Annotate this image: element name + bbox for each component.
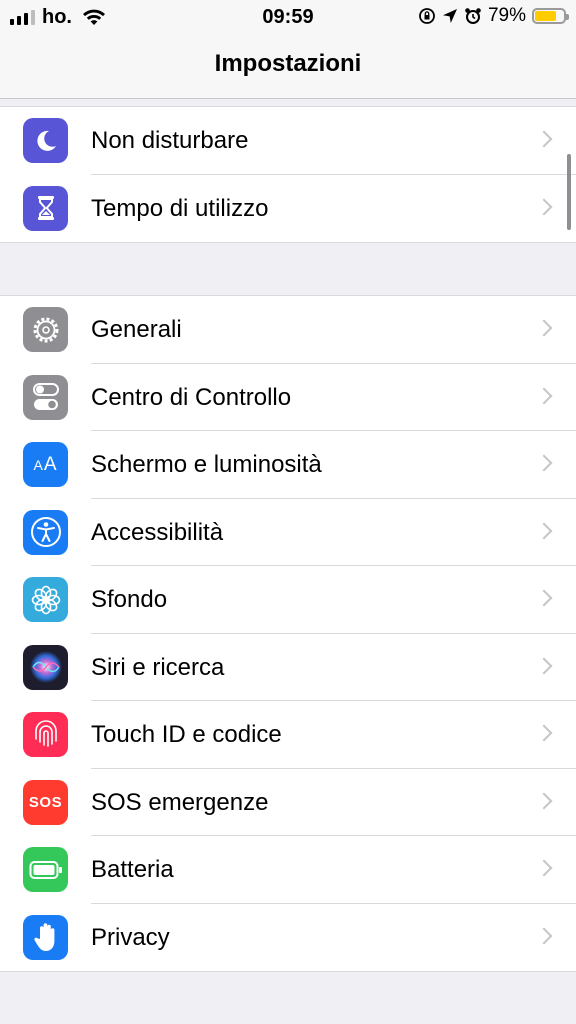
settings-row-sos-emergenze[interactable]: SOS SOS emergenze [0,769,576,836]
orientation-lock-icon [419,8,435,24]
settings-row-label: Accessibilità [91,518,224,546]
chevron-right-icon [535,927,553,944]
settings-row-non-disturbare[interactable]: Non disturbare [0,107,576,175]
alarm-icon [465,8,481,24]
sos-icon-text: SOS [28,793,63,811]
settings-row-label: Generali [91,316,182,343]
settings-row-batteria[interactable]: Batteria [0,836,576,904]
siri-icon [23,644,68,690]
hand-icon [23,914,68,960]
settings-row-label: Batteria [91,856,174,883]
battery-icon [23,847,68,892]
status-right: 79% [418,5,569,27]
settings-row-label: Privacy [91,923,170,951]
settings-row-sfondo[interactable]: Sfondo [0,566,576,634]
chevron-right-icon [535,198,553,215]
settings-row-label: Schermo e luminosità [91,451,322,478]
status-bar: ho. 09:59 79% [0,0,576,34]
settings-row-label: Siri e ricerca [91,653,225,681]
fingerprint-icon [23,712,68,757]
hourglass-icon [23,185,68,231]
settings-row-touch-id-e-codice[interactable]: Touch ID e codice [0,701,576,769]
navigation-bar: Impostazioni [0,34,576,99]
chevron-right-icon [535,724,553,742]
scroll-indicator [567,154,571,230]
settings-row-generali[interactable]: Generali [0,296,576,364]
large-a-glyph: A [43,453,58,475]
chevron-right-icon [535,657,553,674]
chevron-right-icon [535,130,553,148]
flower-icon [23,577,68,622]
settings-row-privacy[interactable]: Privacy [0,904,576,972]
battery-percentage: 79% [487,5,526,26]
settings-group-focus: Non disturbare Tempo di utilizzo [0,106,576,243]
settings-row-centro-di-controllo[interactable]: Centro di Controllo [0,364,576,431]
chevron-right-icon [535,792,553,809]
settings-row-accessibilita[interactable]: Accessibilità [0,499,576,566]
small-a-glyph: A [33,456,44,473]
chevron-right-icon [535,387,553,404]
settings-row-schermo-e-luminosita[interactable]: AA Schermo e luminosità [0,431,576,499]
moon-icon [23,118,68,163]
battery-status-icon [532,8,569,24]
settings-row-tempo-di-utilizzo[interactable]: Tempo di utilizzo [0,175,576,243]
gear-icon [23,307,68,352]
settings-row-label: Non disturbare [91,127,249,154]
settings-row-label: Touch ID e codice [91,721,282,748]
settings-row-label: Tempo di utilizzo [91,194,269,222]
page-title: Impostazioni [214,50,362,77]
accessibility-icon [23,509,68,555]
settings-row-siri-e-ricerca[interactable]: Siri e ricerca [0,634,576,701]
sos-icon: SOS [23,779,68,825]
chevron-right-icon [535,319,553,337]
settings-row-label: Centro di Controllo [91,383,292,411]
text-size-icon: AA [23,442,68,487]
settings-row-label: SOS emergenze [91,788,269,816]
location-arrow-icon [442,9,457,23]
toggles-icon [23,374,68,420]
settings-row-label: Sfondo [91,586,168,613]
settings-group-general: Generali Centro di Controllo AA Schermo … [0,295,576,972]
chevron-right-icon [535,859,553,877]
chevron-right-icon [535,454,553,472]
chevron-right-icon [535,589,553,607]
chevron-right-icon [535,522,553,539]
